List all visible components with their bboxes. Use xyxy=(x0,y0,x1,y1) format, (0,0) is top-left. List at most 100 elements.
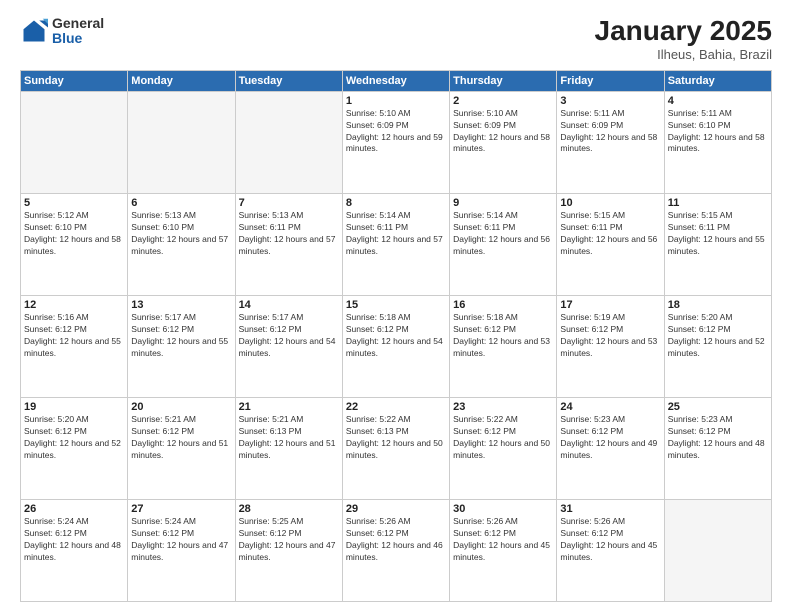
table-cell: 26Sunrise: 5:24 AMSunset: 6:12 PMDayligh… xyxy=(21,499,128,601)
day-number: 14 xyxy=(239,299,339,311)
day-detail: Sunrise: 5:23 AMSunset: 6:12 PMDaylight:… xyxy=(668,414,768,462)
day-number: 23 xyxy=(453,401,553,413)
day-number: 31 xyxy=(560,503,660,515)
page: General Blue January 2025 Ilheus, Bahia,… xyxy=(0,0,792,612)
day-number: 11 xyxy=(668,197,768,209)
day-detail: Sunrise: 5:26 AMSunset: 6:12 PMDaylight:… xyxy=(346,516,446,564)
header-friday: Friday xyxy=(557,70,664,91)
day-detail: Sunrise: 5:23 AMSunset: 6:12 PMDaylight:… xyxy=(560,414,660,462)
table-cell: 19Sunrise: 5:20 AMSunset: 6:12 PMDayligh… xyxy=(21,397,128,499)
day-detail: Sunrise: 5:19 AMSunset: 6:12 PMDaylight:… xyxy=(560,312,660,360)
logo-text: General Blue xyxy=(52,16,104,47)
week-row-3: 12Sunrise: 5:16 AMSunset: 6:12 PMDayligh… xyxy=(21,295,772,397)
table-cell: 11Sunrise: 5:15 AMSunset: 6:11 PMDayligh… xyxy=(664,193,771,295)
day-number: 15 xyxy=(346,299,446,311)
table-cell: 13Sunrise: 5:17 AMSunset: 6:12 PMDayligh… xyxy=(128,295,235,397)
table-cell xyxy=(235,91,342,193)
day-detail: Sunrise: 5:15 AMSunset: 6:11 PMDaylight:… xyxy=(560,210,660,258)
table-cell: 2Sunrise: 5:10 AMSunset: 6:09 PMDaylight… xyxy=(450,91,557,193)
header-monday: Monday xyxy=(128,70,235,91)
table-cell: 3Sunrise: 5:11 AMSunset: 6:09 PMDaylight… xyxy=(557,91,664,193)
day-number: 7 xyxy=(239,197,339,209)
location-subtitle: Ilheus, Bahia, Brazil xyxy=(595,47,772,62)
day-number: 9 xyxy=(453,197,553,209)
day-number: 8 xyxy=(346,197,446,209)
day-detail: Sunrise: 5:14 AMSunset: 6:11 PMDaylight:… xyxy=(453,210,553,258)
day-detail: Sunrise: 5:20 AMSunset: 6:12 PMDaylight:… xyxy=(24,414,124,462)
table-cell: 29Sunrise: 5:26 AMSunset: 6:12 PMDayligh… xyxy=(342,499,449,601)
header-thursday: Thursday xyxy=(450,70,557,91)
day-number: 20 xyxy=(131,401,231,413)
day-number: 24 xyxy=(560,401,660,413)
table-cell: 18Sunrise: 5:20 AMSunset: 6:12 PMDayligh… xyxy=(664,295,771,397)
table-cell: 17Sunrise: 5:19 AMSunset: 6:12 PMDayligh… xyxy=(557,295,664,397)
day-number: 3 xyxy=(560,95,660,107)
day-detail: Sunrise: 5:17 AMSunset: 6:12 PMDaylight:… xyxy=(239,312,339,360)
day-number: 19 xyxy=(24,401,124,413)
day-number: 5 xyxy=(24,197,124,209)
day-number: 10 xyxy=(560,197,660,209)
day-detail: Sunrise: 5:21 AMSunset: 6:12 PMDaylight:… xyxy=(131,414,231,462)
day-detail: Sunrise: 5:17 AMSunset: 6:12 PMDaylight:… xyxy=(131,312,231,360)
day-number: 16 xyxy=(453,299,553,311)
day-detail: Sunrise: 5:24 AMSunset: 6:12 PMDaylight:… xyxy=(131,516,231,564)
day-detail: Sunrise: 5:22 AMSunset: 6:13 PMDaylight:… xyxy=(346,414,446,462)
table-cell xyxy=(21,91,128,193)
day-number: 1 xyxy=(346,95,446,107)
table-cell: 4Sunrise: 5:11 AMSunset: 6:10 PMDaylight… xyxy=(664,91,771,193)
table-cell: 15Sunrise: 5:18 AMSunset: 6:12 PMDayligh… xyxy=(342,295,449,397)
week-row-5: 26Sunrise: 5:24 AMSunset: 6:12 PMDayligh… xyxy=(21,499,772,601)
table-cell: 8Sunrise: 5:14 AMSunset: 6:11 PMDaylight… xyxy=(342,193,449,295)
table-cell: 20Sunrise: 5:21 AMSunset: 6:12 PMDayligh… xyxy=(128,397,235,499)
table-cell: 28Sunrise: 5:25 AMSunset: 6:12 PMDayligh… xyxy=(235,499,342,601)
day-detail: Sunrise: 5:10 AMSunset: 6:09 PMDaylight:… xyxy=(346,108,446,156)
day-detail: Sunrise: 5:14 AMSunset: 6:11 PMDaylight:… xyxy=(346,210,446,258)
day-detail: Sunrise: 5:18 AMSunset: 6:12 PMDaylight:… xyxy=(346,312,446,360)
day-detail: Sunrise: 5:25 AMSunset: 6:12 PMDaylight:… xyxy=(239,516,339,564)
day-number: 12 xyxy=(24,299,124,311)
day-detail: Sunrise: 5:26 AMSunset: 6:12 PMDaylight:… xyxy=(453,516,553,564)
table-cell xyxy=(128,91,235,193)
day-number: 26 xyxy=(24,503,124,515)
month-title: January 2025 xyxy=(595,16,772,47)
logo-general-text: General xyxy=(52,16,104,31)
day-detail: Sunrise: 5:20 AMSunset: 6:12 PMDaylight:… xyxy=(668,312,768,360)
day-number: 17 xyxy=(560,299,660,311)
day-detail: Sunrise: 5:12 AMSunset: 6:10 PMDaylight:… xyxy=(24,210,124,258)
table-cell: 6Sunrise: 5:13 AMSunset: 6:10 PMDaylight… xyxy=(128,193,235,295)
table-cell: 22Sunrise: 5:22 AMSunset: 6:13 PMDayligh… xyxy=(342,397,449,499)
header: General Blue January 2025 Ilheus, Bahia,… xyxy=(20,16,772,62)
day-number: 29 xyxy=(346,503,446,515)
table-cell: 21Sunrise: 5:21 AMSunset: 6:13 PMDayligh… xyxy=(235,397,342,499)
week-row-2: 5Sunrise: 5:12 AMSunset: 6:10 PMDaylight… xyxy=(21,193,772,295)
table-cell: 24Sunrise: 5:23 AMSunset: 6:12 PMDayligh… xyxy=(557,397,664,499)
day-detail: Sunrise: 5:10 AMSunset: 6:09 PMDaylight:… xyxy=(453,108,553,156)
table-cell: 5Sunrise: 5:12 AMSunset: 6:10 PMDaylight… xyxy=(21,193,128,295)
table-cell: 27Sunrise: 5:24 AMSunset: 6:12 PMDayligh… xyxy=(128,499,235,601)
day-number: 18 xyxy=(668,299,768,311)
header-wednesday: Wednesday xyxy=(342,70,449,91)
day-number: 4 xyxy=(668,95,768,107)
table-cell: 9Sunrise: 5:14 AMSunset: 6:11 PMDaylight… xyxy=(450,193,557,295)
day-number: 25 xyxy=(668,401,768,413)
day-detail: Sunrise: 5:15 AMSunset: 6:11 PMDaylight:… xyxy=(668,210,768,258)
day-detail: Sunrise: 5:13 AMSunset: 6:11 PMDaylight:… xyxy=(239,210,339,258)
day-detail: Sunrise: 5:11 AMSunset: 6:09 PMDaylight:… xyxy=(560,108,660,156)
header-tuesday: Tuesday xyxy=(235,70,342,91)
day-detail: Sunrise: 5:24 AMSunset: 6:12 PMDaylight:… xyxy=(24,516,124,564)
table-cell: 10Sunrise: 5:15 AMSunset: 6:11 PMDayligh… xyxy=(557,193,664,295)
day-detail: Sunrise: 5:21 AMSunset: 6:13 PMDaylight:… xyxy=(239,414,339,462)
day-number: 27 xyxy=(131,503,231,515)
title-block: January 2025 Ilheus, Bahia, Brazil xyxy=(595,16,772,62)
day-number: 28 xyxy=(239,503,339,515)
table-cell xyxy=(664,499,771,601)
header-sunday: Sunday xyxy=(21,70,128,91)
day-detail: Sunrise: 5:13 AMSunset: 6:10 PMDaylight:… xyxy=(131,210,231,258)
day-number: 13 xyxy=(131,299,231,311)
day-detail: Sunrise: 5:11 AMSunset: 6:10 PMDaylight:… xyxy=(668,108,768,156)
logo-blue-text: Blue xyxy=(52,31,104,46)
table-cell: 7Sunrise: 5:13 AMSunset: 6:11 PMDaylight… xyxy=(235,193,342,295)
table-cell: 25Sunrise: 5:23 AMSunset: 6:12 PMDayligh… xyxy=(664,397,771,499)
logo: General Blue xyxy=(20,16,104,47)
table-cell: 16Sunrise: 5:18 AMSunset: 6:12 PMDayligh… xyxy=(450,295,557,397)
